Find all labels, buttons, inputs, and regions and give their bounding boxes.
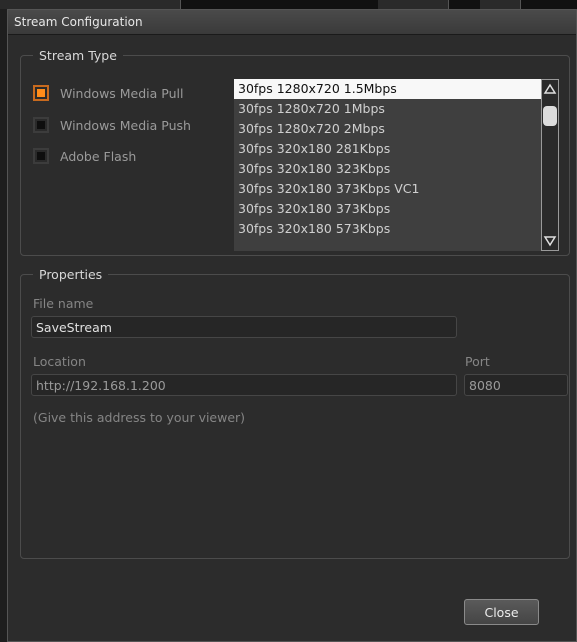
background-strip-segment — [480, 0, 521, 9]
dialog-title: Stream Configuration — [8, 10, 576, 35]
stream-profile-item[interactable]: 30fps 320x180 573Kbps — [234, 219, 557, 239]
location-label: Location — [33, 354, 86, 369]
scroll-up-arrow-icon[interactable] — [543, 81, 557, 97]
radio-indicator-icon[interactable] — [33, 148, 49, 164]
file-name-label: File name — [33, 296, 94, 311]
stream-profile-item[interactable]: 30fps 320x180 281Kbps — [234, 139, 557, 159]
properties-legend: Properties — [39, 267, 103, 282]
location-input[interactable] — [31, 374, 457, 396]
radio-label: Adobe Flash — [60, 148, 137, 164]
background-app-strip — [0, 0, 577, 9]
stream-configuration-dialog: Stream Configuration Stream Type Windows… — [7, 9, 577, 642]
stream-profile-list[interactable]: 30fps 1280x720 1.5Mbps 30fps 1280x720 1M… — [234, 79, 557, 251]
radio-label: Windows Media Pull — [60, 85, 184, 101]
stream-type-group: Stream Type Windows Media Pull Windows M… — [20, 48, 570, 256]
radio-label: Windows Media Push — [60, 117, 191, 133]
profile-list-scrollbar[interactable] — [541, 79, 559, 251]
stream-profile-item[interactable]: 30fps 1280x720 2Mbps — [234, 119, 557, 139]
stream-profile-item[interactable]: 30fps 1280x720 1Mbps — [234, 99, 557, 119]
radio-indicator-icon[interactable] — [33, 85, 49, 101]
background-strip-segment — [378, 0, 449, 9]
port-label: Port — [465, 354, 490, 369]
radio-windows-media-pull[interactable]: Windows Media Pull — [33, 83, 183, 103]
port-input[interactable] — [464, 374, 568, 396]
stream-profile-item[interactable]: 30fps 320x180 373Kbps VC1 — [234, 179, 557, 199]
radio-adobe-flash[interactable]: Adobe Flash — [33, 146, 136, 166]
scrollbar-thumb[interactable] — [543, 106, 557, 126]
file-name-input[interactable] — [31, 316, 457, 338]
radio-indicator-icon[interactable] — [33, 117, 49, 133]
scroll-down-arrow-icon[interactable] — [543, 233, 557, 249]
location-hint: (Give this address to your viewer) — [33, 410, 246, 425]
properties-group: Properties File name Location Port (Give… — [20, 267, 570, 559]
stream-profile-item[interactable]: 30fps 1280x720 1.5Mbps — [234, 79, 557, 99]
close-button[interactable]: Close — [464, 599, 539, 625]
stream-profile-item[interactable]: 30fps 320x180 373Kbps — [234, 199, 557, 219]
radio-windows-media-push[interactable]: Windows Media Push — [33, 115, 191, 135]
stream-profile-item[interactable]: 30fps 320x180 323Kbps — [234, 159, 557, 179]
stream-type-legend: Stream Type — [39, 48, 117, 63]
background-strip-segment — [0, 0, 181, 9]
